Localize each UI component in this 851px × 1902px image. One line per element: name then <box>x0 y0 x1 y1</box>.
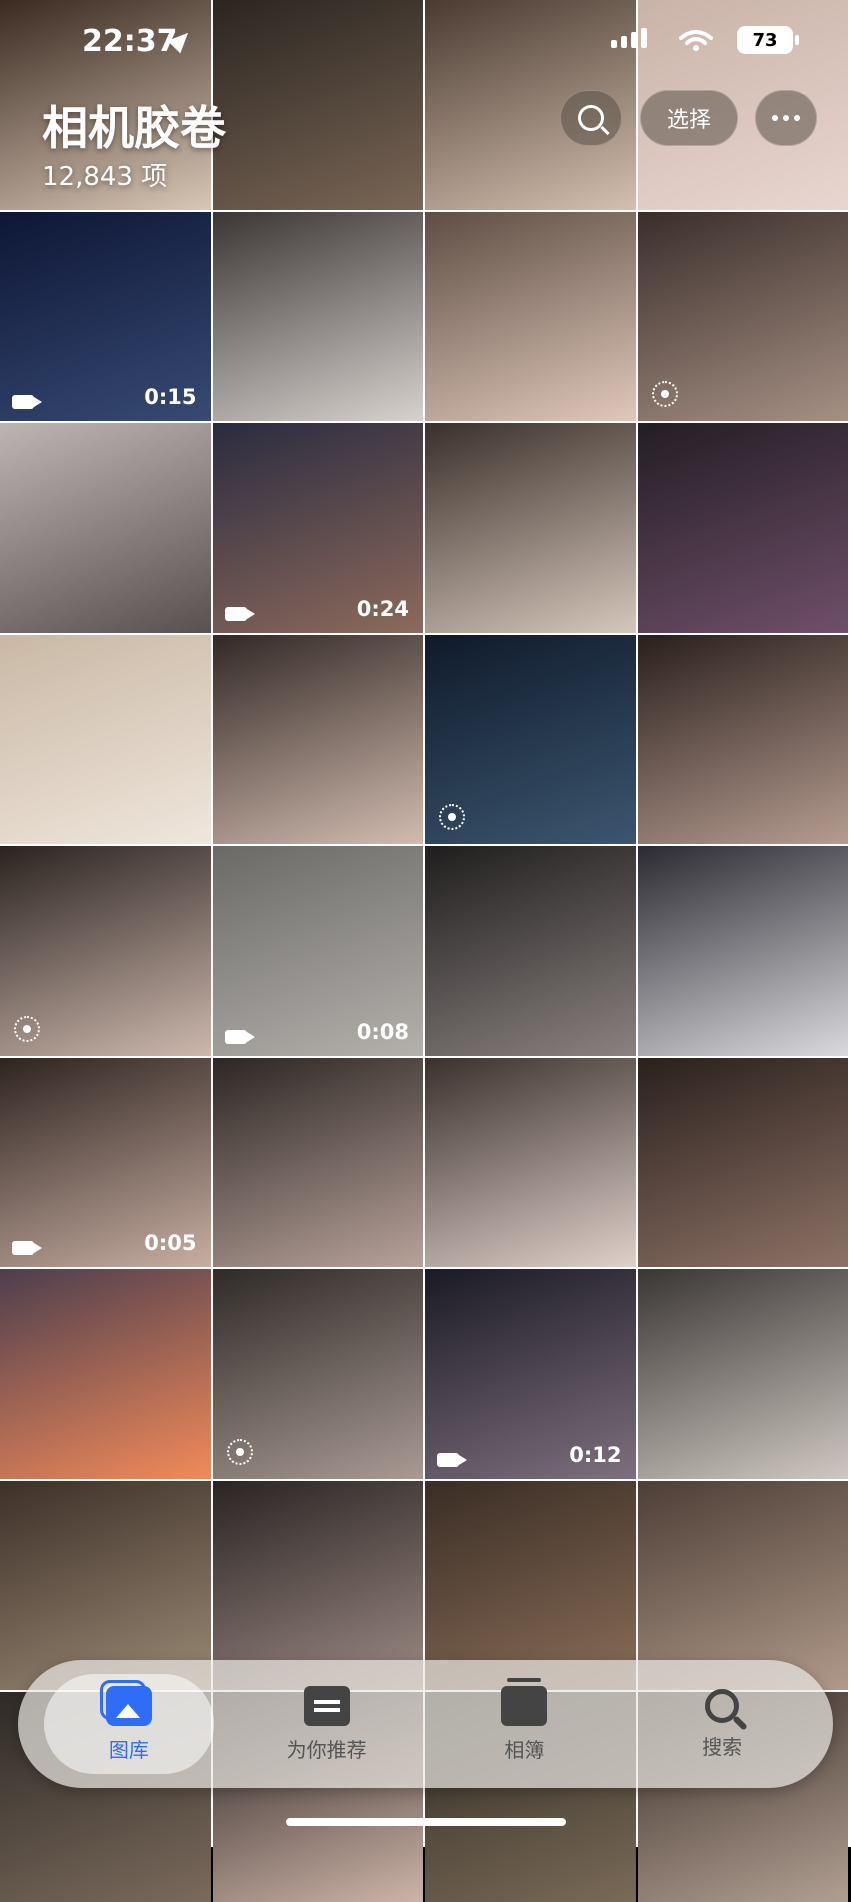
video-badge <box>437 1452 467 1467</box>
tab-search[interactable]: 搜索 <box>637 1674 807 1774</box>
photo-thumbnail[interactable] <box>637 846 848 1056</box>
home-indicator <box>286 1818 566 1826</box>
page-title: 相机胶卷 <box>42 101 226 155</box>
photo-thumbnail[interactable] <box>0 846 211 1056</box>
photo-thumbnail[interactable]: 0:08 <box>212 846 423 1056</box>
photo-thumbnail[interactable] <box>212 1269 423 1479</box>
magnifier-icon <box>578 105 604 131</box>
battery-level: 73 <box>752 29 778 51</box>
photo-thumbnail[interactable] <box>212 1057 423 1267</box>
tab-for-you[interactable]: 为你推荐 <box>242 1674 412 1774</box>
video-camera-icon <box>12 1241 42 1255</box>
photo-thumbnail[interactable]: 0:05 <box>0 1057 211 1267</box>
video-badge <box>224 1029 255 1044</box>
photo-thumbnail[interactable] <box>637 211 848 421</box>
photo-thumbnail[interactable]: 0:12 <box>425 1269 636 1479</box>
status-time: 22:37 <box>82 24 178 59</box>
battery-icon: 73 <box>737 26 799 54</box>
video-duration: 0:15 <box>144 385 197 409</box>
photo-thumbnail[interactable] <box>637 1057 848 1267</box>
photo-thumbnail[interactable] <box>0 634 211 844</box>
video-camera-icon <box>224 606 255 621</box>
photo-thumbnail[interactable] <box>212 211 423 421</box>
photo-thumbnail[interactable] <box>425 634 636 844</box>
photo-thumbnail[interactable] <box>425 211 636 421</box>
tab-albums-label: 相簿 <box>504 1737 545 1762</box>
video-duration: 0:05 <box>144 1231 197 1255</box>
video-badge <box>12 395 42 409</box>
photo-thumbnail[interactable] <box>637 1480 848 1690</box>
photo-grid: 0:15 0:24 0:08 0:05 0:12 <box>0 0 851 1902</box>
photo-thumbnail[interactable] <box>425 846 636 1056</box>
photo-thumbnail[interactable]: 0:15 <box>0 211 211 421</box>
cellular-signal-icon <box>611 28 647 48</box>
live-photo-icon <box>651 381 678 407</box>
tab-for-you-label: 为你推荐 <box>286 1737 367 1762</box>
live-photo-icon <box>439 804 465 830</box>
tab-albums[interactable]: 相簿 <box>439 1674 609 1774</box>
more-button[interactable] <box>755 90 817 146</box>
albums-icon <box>501 1677 548 1726</box>
photo-thumbnail[interactable] <box>212 1480 423 1690</box>
tab-bar: 图库 为你推荐 相簿 搜索 <box>18 1660 833 1788</box>
photo-thumbnail[interactable] <box>637 423 848 633</box>
photo-thumbnail[interactable]: 0:24 <box>212 423 423 633</box>
photo-thumbnail[interactable] <box>212 634 423 844</box>
photo-thumbnail[interactable] <box>425 1480 636 1690</box>
live-photo-icon <box>226 1438 253 1465</box>
video-camera-icon <box>224 1029 255 1044</box>
tab-search-label: 搜索 <box>702 1734 743 1759</box>
live-photo-icon <box>14 1015 40 1042</box>
photo-thumbnail[interactable] <box>637 634 848 844</box>
video-camera-icon <box>12 395 42 409</box>
ellipsis-icon <box>772 115 800 121</box>
video-duration: 0:12 <box>569 1442 622 1467</box>
video-duration: 0:24 <box>356 596 409 621</box>
photo-thumbnail[interactable] <box>0 423 211 633</box>
photo-thumbnail[interactable] <box>425 1057 636 1267</box>
video-badge <box>12 1241 42 1255</box>
for-you-icon <box>303 1685 350 1726</box>
photo-thumbnail[interactable] <box>0 1269 211 1479</box>
select-button[interactable]: 选择 <box>640 90 738 146</box>
wifi-icon <box>679 30 713 51</box>
photo-thumbnail[interactable] <box>637 1269 848 1479</box>
item-count: 12,843 项 <box>42 162 168 192</box>
video-badge <box>224 606 255 621</box>
video-duration: 0:08 <box>356 1019 409 1044</box>
photo-thumbnail[interactable] <box>0 1480 211 1690</box>
status-bar: 22:37 73 <box>0 24 851 64</box>
photo-thumbnail[interactable] <box>425 423 636 633</box>
photos-icon <box>99 1679 152 1726</box>
tab-library-label: 图库 <box>108 1737 149 1762</box>
tab-library[interactable]: 图库 <box>43 1674 214 1774</box>
search-button[interactable] <box>560 90 622 146</box>
video-camera-icon <box>437 1452 467 1467</box>
search-icon <box>705 1688 740 1723</box>
